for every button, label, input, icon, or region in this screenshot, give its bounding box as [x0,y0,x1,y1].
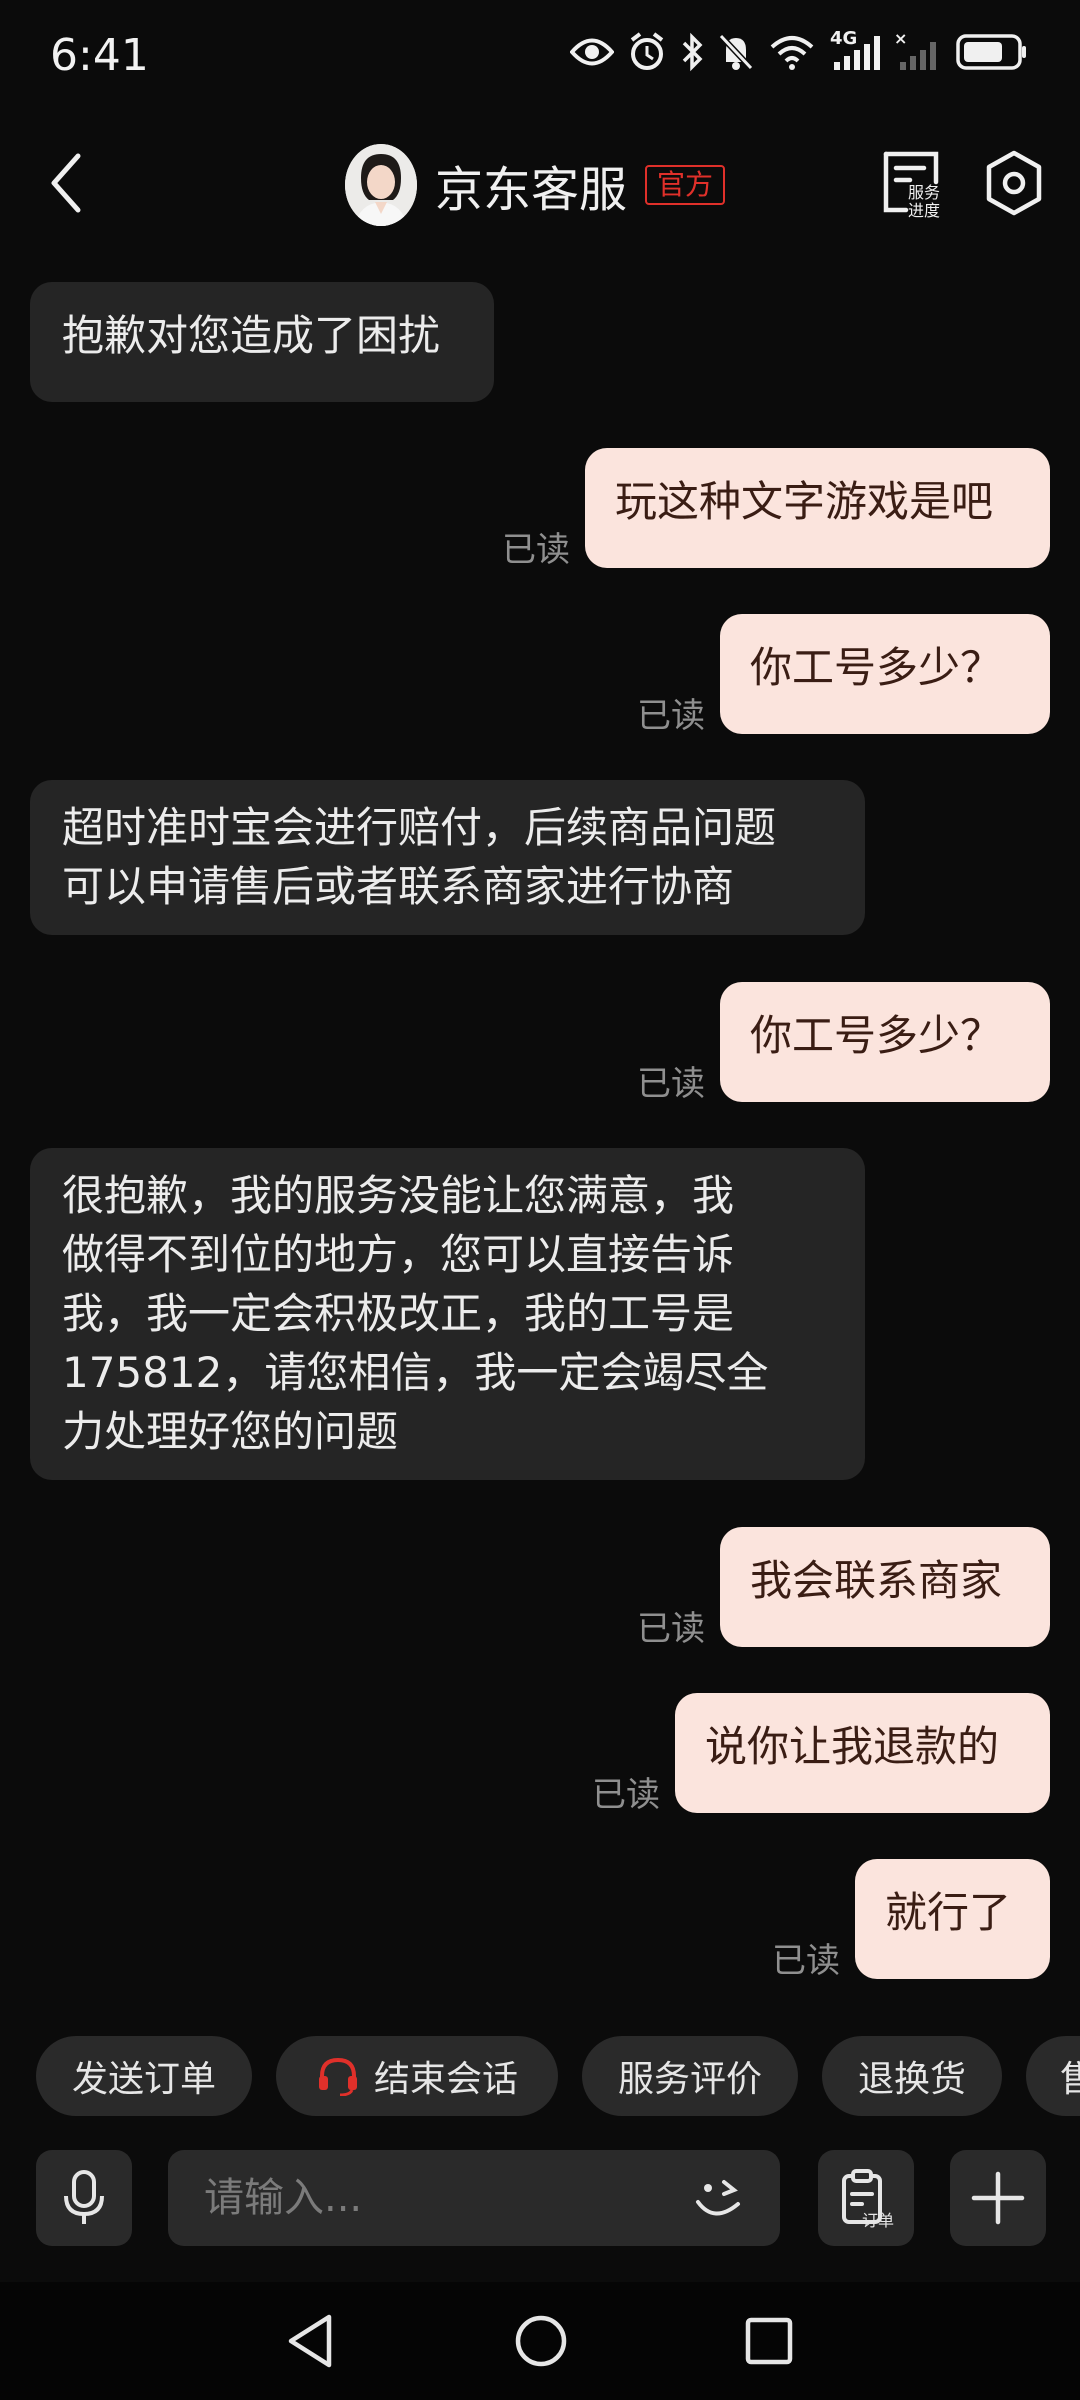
service-rating-chip[interactable]: 服务评价 [582,2036,798,2116]
eye-icon [570,38,614,66]
service-progress-label-2: 进度 [908,201,940,218]
message-text: 我会联系商家 [750,1556,1003,1605]
message-outgoing: 你工号多少？ [720,982,1050,1102]
chip-label: 发送订单 [71,2059,216,2100]
circle-home-icon [515,2315,567,2367]
service-progress-button[interactable]: 服务 进度 [878,148,948,220]
send-order-chip[interactable]: 发送订单 [36,2036,252,2116]
nav-home-button[interactable] [506,2306,576,2376]
voice-button[interactable] [36,2150,132,2246]
chat-header: 京东客服 官方 服务 进度 [0,130,1080,240]
message-text: 就行了 [885,1888,1012,1937]
read-status: 已读 [502,530,570,570]
read-status: 已读 [637,1064,705,1104]
alarm-icon [630,32,664,70]
chip-label: 服务评价 [617,2059,762,2100]
after-sales-chip[interactable]: 售 [1026,2036,1080,2116]
message-line: 175812，请您相信，我一定会竭尽全 [62,1348,769,1397]
message-line: 可以申请售后或者联系商家进行协商 [62,862,735,911]
clipboard-order-icon: 订单 [842,2169,894,2230]
no-signal-icon: × [894,32,936,70]
bluetooth-icon [682,32,703,72]
read-status: 已读 [772,1941,840,1981]
message-outgoing: 说你让我退款的 [675,1693,1050,1813]
mute-icon [718,33,754,71]
message-input-box[interactable] [168,2150,780,2246]
nav-back-button[interactable] [276,2306,346,2376]
settings-button[interactable] [982,148,1046,218]
battery-icon [956,34,1026,70]
square-recents-icon [745,2317,793,2365]
chip-label: 退换货 [857,2059,966,2100]
order-label: 订单 [862,2211,894,2230]
quick-actions-bar[interactable]: 发送订单 结束会话 服务评价 退换货 售 [0,2036,1080,2116]
message-incoming: 超时准时宝会进行赔付，后续商品问题 可以申请售后或者联系商家进行协商 [30,780,865,935]
return-exchange-chip[interactable]: 退换货 [822,2036,1002,2116]
message-incoming: 抱歉对您造成了困扰 [30,282,494,402]
message-outgoing: 玩这种文字游戏是吧 [585,448,1050,568]
emoji-icon[interactable] [690,2170,746,2226]
chip-label: 售 [1060,2059,1080,2100]
service-progress-icon: 服务 进度 [883,151,940,220]
message-text: 你工号多少？ [750,1011,1003,1060]
headset-icon [318,2057,357,2096]
settings-hexagon-icon [986,150,1042,216]
message-line: 做得不到位的地方，您可以直接告诉 [62,1230,735,1279]
message-text: 玩这种文字游戏是吧 [615,477,994,526]
triangle-back-icon [288,2314,332,2368]
message-line: 很抱歉，我的服务没能让您满意，我 [62,1171,735,1220]
back-button[interactable] [40,148,100,218]
message-outgoing: 你工号多少？ [720,614,1050,734]
read-status: 已读 [592,1775,660,1815]
message-outgoing: 我会联系商家 [720,1527,1050,1647]
plus-icon [971,2171,1025,2225]
system-nav-bar [0,2282,1080,2400]
wifi-icon [770,36,814,70]
page-title: 京东客服 [435,162,628,218]
title-group[interactable]: 京东客服 官方 [345,140,726,230]
service-progress-label-1: 服务 [908,183,940,202]
status-bar: 6:41 4G × [0,0,1080,110]
message-line: 超时准时宝会进行赔付，后续商品问题 [62,803,777,852]
message-line: 我，我一定会积极改正，我的工号是 [62,1289,735,1338]
status-icons: 4G × [570,28,1028,72]
message-input[interactable] [204,2172,664,2224]
official-badge: 官方 [645,165,726,205]
chevron-left-icon [51,153,81,213]
microphone-icon [64,2170,104,2224]
svg-text:×: × [894,32,907,48]
read-status: 已读 [637,1609,705,1649]
read-status: 已读 [637,696,705,736]
message-line: 力处理好您的问题 [62,1407,399,1456]
nav-recents-button[interactable] [734,2306,804,2376]
order-button[interactable]: 订单 [818,2150,914,2246]
message-incoming: 很抱歉，我的服务没能让您满意，我 做得不到位的地方，您可以直接告诉 我，我一定会… [30,1148,865,1480]
message-text: 抱歉对您造成了困扰 [62,311,441,360]
chip-label: 结束会话 [373,2059,518,2100]
message-text: 你工号多少？ [750,643,1003,692]
avatar [345,144,417,226]
add-button[interactable] [950,2150,1046,2246]
message-outgoing: 就行了 [855,1859,1050,1979]
signal-icon: 4G [830,28,880,72]
input-row: 订单 [0,2150,1080,2250]
status-time: 6:41 [50,30,149,81]
message-text: 说你让我退款的 [705,1722,1000,1771]
end-session-chip[interactable]: 结束会话 [276,2036,558,2116]
